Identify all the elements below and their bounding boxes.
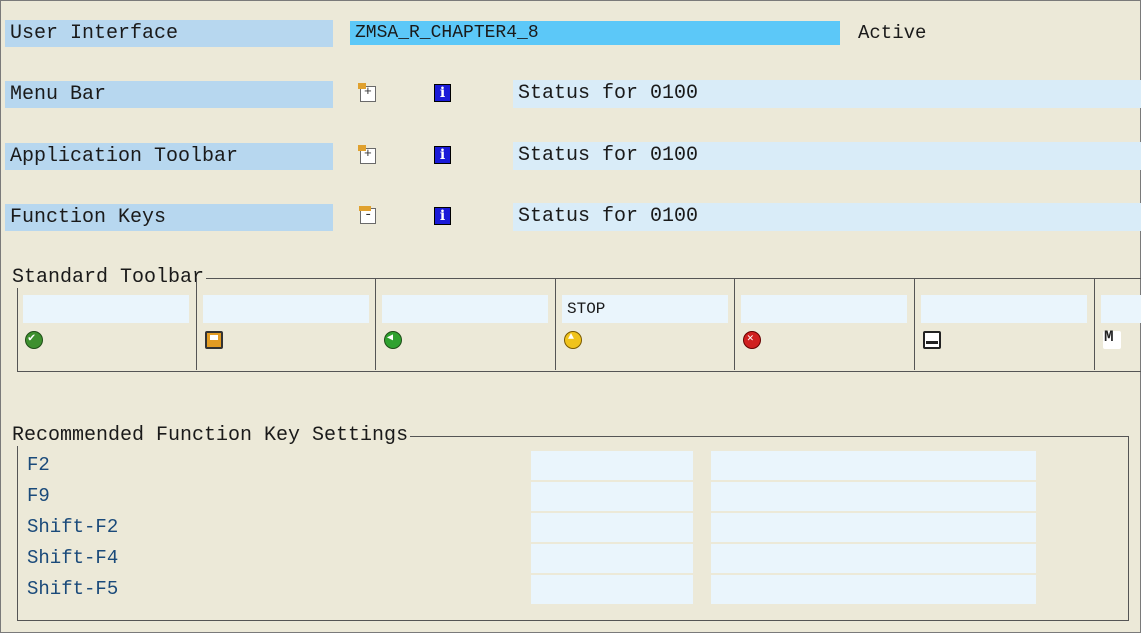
f2-text-field[interactable] [711,451,1036,480]
info-icon[interactable]: i [434,207,451,225]
status-text: Active [858,22,927,44]
toolbar-slot-1 [17,278,197,370]
shift-f4-text-field[interactable] [711,544,1036,573]
user-interface-label: User Interface [5,20,333,47]
back-icon[interactable] [384,331,402,349]
toolbar-slot-3-input[interactable] [382,295,548,323]
function-key-f2: F2 [27,454,50,476]
function-key-shift-f4: Shift-F4 [27,547,119,569]
toolbar-slot-1-input[interactable] [23,295,189,323]
shift-f4-code-field[interactable] [531,544,693,573]
menu-bar-label: Menu Bar [5,81,333,108]
toolbar-slot-2 [197,278,376,370]
shift-f5-text-field[interactable] [711,575,1036,604]
expand-icon[interactable] [358,145,376,164]
program-name-field[interactable]: ZMSA_R_CHAPTER4_8 [350,21,840,45]
toolbar-slot-4-input[interactable]: STOP [562,295,728,323]
toolbar-slot-5 [735,278,915,370]
function-key-shift-f5: Shift-F5 [27,578,119,600]
menu-bar-status-field[interactable]: Status for 0100 [513,80,1141,108]
shift-f2-code-field[interactable] [531,513,693,542]
function-key-f9: F9 [27,485,50,507]
f2-code-field[interactable] [531,451,693,480]
toolbar-slot-7 [1095,278,1141,370]
toolbar-slot-5-input[interactable] [741,295,907,323]
collapse-icon[interactable] [359,206,376,224]
expand-icon[interactable] [358,83,376,102]
exit-icon[interactable] [564,331,582,349]
print-icon[interactable] [923,331,941,349]
function-key-list: F2 F9 Shift-F2 Shift-F4 Shift-F5 [27,450,118,605]
cancel-icon[interactable] [743,331,761,349]
function-keys-label: Function Keys [5,204,333,231]
ok-icon[interactable] [25,330,43,349]
toolbar-slot-3 [376,278,556,370]
function-keys-status-field[interactable]: Status for 0100 [513,203,1141,231]
info-icon[interactable]: i [434,146,451,164]
toolbar-slot-6 [915,278,1095,370]
toolbar-slot-4: STOP [556,278,735,370]
find-icon[interactable] [1103,328,1121,349]
f9-code-field[interactable] [531,482,693,511]
toolbar-slot-2-input[interactable] [203,295,369,323]
application-toolbar-status-field[interactable]: Status for 0100 [513,142,1141,170]
shift-f2-text-field[interactable] [711,513,1036,542]
toolbar-slot-7-input[interactable] [1101,295,1141,323]
function-key-shift-f2: Shift-F2 [27,516,119,538]
info-icon[interactable]: i [434,84,451,102]
shift-f5-code-field[interactable] [531,575,693,604]
toolbar-slot-6-input[interactable] [921,295,1087,323]
function-key-settings-title: Recommended Function Key Settings [10,424,411,447]
f9-text-field[interactable] [711,482,1036,511]
application-toolbar-label: Application Toolbar [5,143,333,170]
save-icon[interactable] [205,331,223,349]
